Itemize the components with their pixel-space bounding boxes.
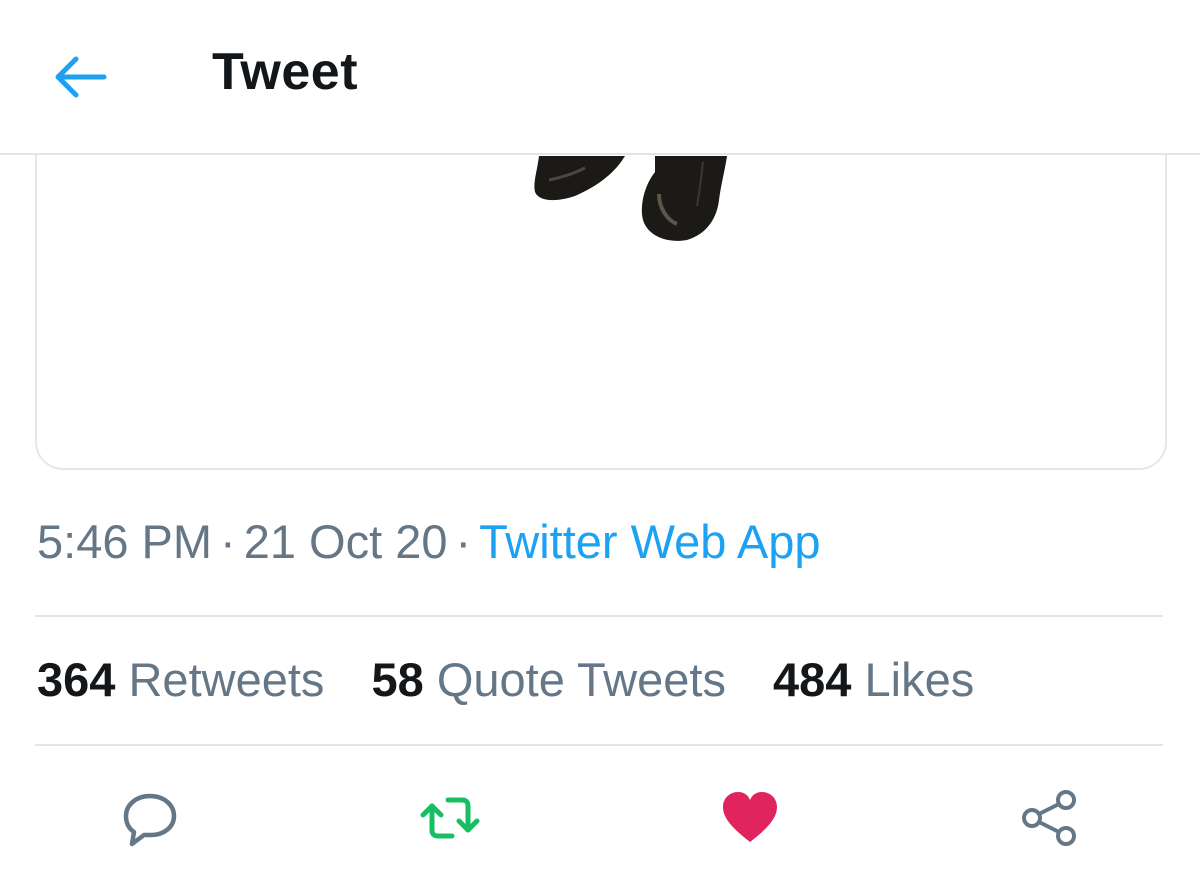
quote-tweets-stat[interactable]: 58 Quote Tweets — [371, 652, 725, 707]
header-background — [0, 0, 1200, 155]
reply-button[interactable] — [118, 786, 182, 850]
retweets-label: Retweets — [128, 653, 325, 706]
reply-icon — [123, 793, 177, 847]
heart-icon — [723, 792, 777, 842]
divider — [35, 744, 1163, 746]
retweets-count: 364 — [37, 653, 116, 706]
separator-dot: · — [455, 515, 472, 568]
like-button[interactable] — [718, 786, 782, 850]
tweet-stats: 364 Retweets 58 Quote Tweets 484 Likes — [37, 652, 1008, 707]
share-icon — [1022, 790, 1076, 846]
tweet-time: 5:46 PM — [37, 515, 213, 568]
tweet-media-image — [534, 156, 727, 241]
separator-dot: · — [220, 515, 236, 568]
page-title-overlay: Tweet — [212, 43, 359, 101]
tweet-metadata: 5:46 PM · 21 Oct 20 · Twitter Web App — [37, 514, 821, 569]
quote-tweets-label: Quote Tweets — [436, 653, 726, 706]
retweet-icon — [420, 797, 480, 839]
tweet-action-bar — [0, 778, 1200, 858]
arrow-left-icon — [55, 56, 107, 98]
divider — [35, 615, 1163, 617]
retweet-button[interactable] — [418, 786, 482, 850]
quote-tweets-count: 58 — [371, 653, 424, 706]
likes-count: 484 — [773, 653, 852, 706]
tweet-source-link[interactable]: Twitter Web App — [479, 515, 820, 568]
tweet-media-card[interactable] — [35, 120, 1167, 470]
share-button[interactable] — [1018, 786, 1082, 850]
tweet-detail-page: Tweet Tweet 5:46 PM·21 Oct 20·Twitter We… — [0, 0, 1200, 873]
likes-stat[interactable]: 484 Likes — [773, 652, 974, 707]
tweet-date: 21 Oct 20 — [243, 515, 448, 568]
likes-label: Likes — [864, 653, 975, 706]
back-button-overlay[interactable] — [48, 45, 112, 109]
retweets-stat[interactable]: 364 Retweets — [37, 652, 324, 707]
